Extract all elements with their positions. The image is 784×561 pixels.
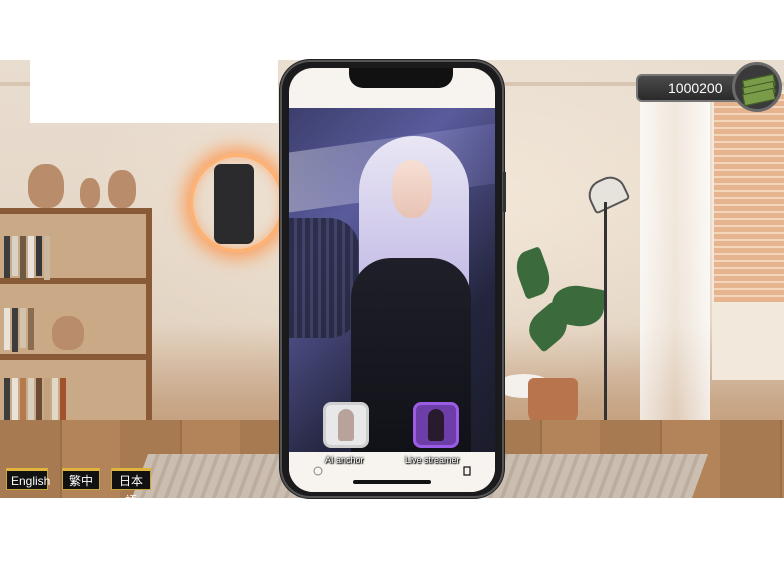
vase (52, 316, 84, 350)
square-icon[interactable] (463, 466, 471, 476)
wall-phone-icon (214, 164, 254, 244)
monstera-plant (511, 246, 608, 360)
window-blind (714, 94, 784, 302)
vase (28, 164, 64, 208)
blank-overlay (30, 60, 278, 123)
streamer-face (392, 160, 432, 218)
phone-device: AI anchor Live streamer (280, 60, 506, 498)
wallet-amount: 1000200 (636, 74, 746, 102)
phone-screen: AI anchor Live streamer (289, 68, 495, 492)
vase (80, 178, 100, 208)
ai-anchor-avatar-icon (338, 409, 354, 441)
shelf-board (0, 354, 146, 360)
curtain (640, 96, 710, 448)
language-traditional-chinese-button[interactable]: 繁中 (62, 468, 100, 490)
wallet-display: 1000200 (636, 62, 784, 112)
vase (108, 170, 136, 208)
cash-stack-icon (732, 62, 782, 112)
phone-side-button (503, 172, 506, 212)
car-dashboard (289, 218, 359, 338)
language-japanese-button[interactable]: 日本語 (111, 468, 151, 508)
floor-lamp-pole (604, 202, 607, 430)
back-circle-icon[interactable] (313, 466, 323, 476)
books (4, 236, 50, 280)
phone-notch (349, 68, 453, 88)
live-streamer-label: Live streamer (405, 455, 460, 465)
plant-pot (528, 378, 578, 426)
language-english-button[interactable]: English (6, 468, 50, 490)
ai-anchor-label: AI anchor (325, 455, 364, 465)
live-streamer-tab[interactable] (413, 402, 459, 448)
ai-anchor-tab[interactable] (323, 402, 369, 448)
books (4, 378, 66, 424)
live-streamer-avatar-icon (428, 409, 444, 441)
home-indicator[interactable] (353, 480, 431, 484)
streamer-photo[interactable] (289, 108, 495, 452)
books (4, 308, 34, 352)
